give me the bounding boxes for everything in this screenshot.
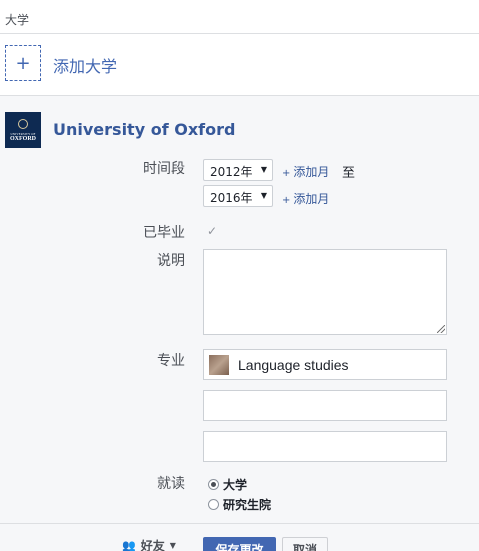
major-label: 专业 — [157, 353, 185, 369]
school-logo: UNIVERSITY OF OXFORD — [5, 112, 41, 148]
add-university-row[interactable]: + 添加大学 — [0, 34, 479, 95]
major-2-input[interactable] — [203, 390, 447, 421]
save-button[interactable]: 保存更改 — [203, 537, 276, 551]
radio-button[interactable] — [208, 499, 219, 510]
major-3-input[interactable] — [203, 431, 447, 462]
friends-icon: 👥 — [122, 539, 136, 551]
period-label: 时间段 — [143, 161, 185, 177]
major-thumbnail — [209, 355, 229, 375]
add-icon[interactable]: + — [5, 45, 41, 81]
resize-grip-icon[interactable] — [437, 325, 445, 333]
to-label: 至 — [342, 166, 356, 181]
plus-icon: + — [282, 168, 291, 179]
school-name-link[interactable]: University of Oxford — [53, 120, 235, 139]
graduated-checkbox[interactable]: ✓ — [205, 224, 219, 238]
add-end-month-link[interactable]: + 添加月 — [282, 190, 329, 207]
add-start-month-link[interactable]: + 添加月 — [282, 163, 329, 180]
attended-option-college[interactable]: 大学 — [208, 476, 247, 493]
add-university-link[interactable]: 添加大学 — [53, 53, 117, 77]
dropdown-arrow-icon: ▼ — [260, 165, 267, 174]
privacy-selector[interactable]: 👥 好友 ▼ — [122, 537, 176, 551]
attended-option-grad-school[interactable]: 研究生院 — [208, 496, 271, 513]
major-field[interactable]: Language studies — [203, 349, 447, 380]
cancel-button[interactable]: 取消 — [282, 537, 328, 551]
dropdown-arrow-icon: ▼ — [260, 191, 267, 200]
crest-icon — [18, 118, 28, 129]
divider — [0, 523, 479, 524]
plus-icon: + — [282, 195, 291, 206]
section-title: 大学 — [5, 13, 30, 27]
graduated-label: 已毕业 — [143, 225, 185, 241]
section-header: 大学 — [0, 0, 479, 34]
chevron-down-icon: ▼ — [169, 541, 176, 550]
attended-label: 就读 — [157, 476, 185, 492]
description-textarea[interactable] — [203, 249, 447, 335]
radio-button[interactable] — [208, 479, 219, 490]
start-year-select[interactable]: 2012年 ▼ — [203, 159, 273, 181]
edit-panel: UNIVERSITY OF OXFORD University of Oxfor… — [0, 95, 479, 551]
description-label: 说明 — [157, 253, 185, 269]
end-year-select[interactable]: 2016年 ▼ — [203, 185, 273, 207]
